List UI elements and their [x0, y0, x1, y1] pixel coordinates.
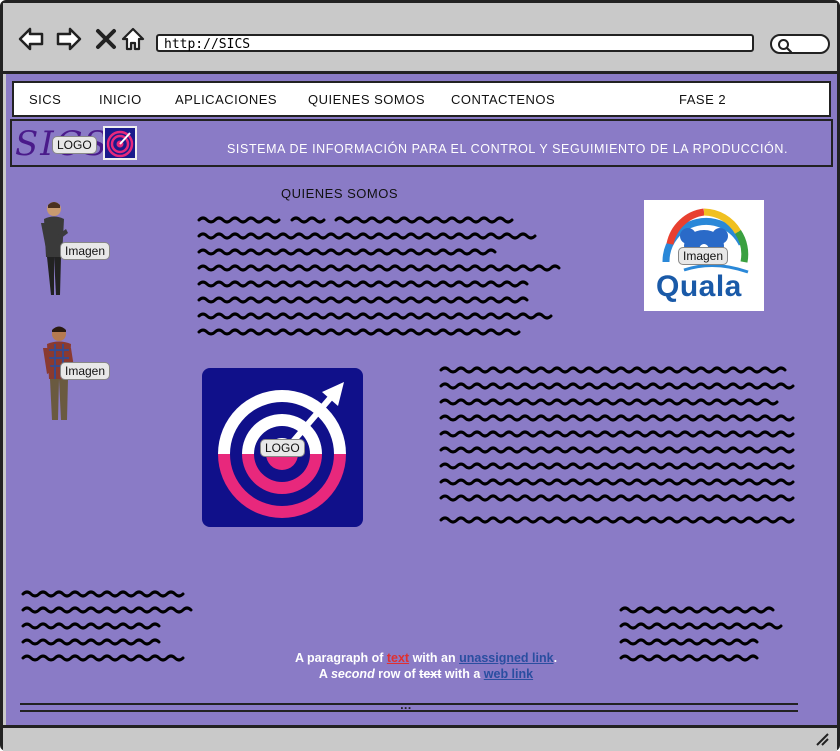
home-icon[interactable]	[119, 25, 147, 53]
paragraph-text: A paragraph of	[294, 651, 387, 665]
big-logo-label: LOGO	[260, 439, 305, 457]
logo-label: LOGO	[52, 136, 97, 154]
paragraph-text: with a	[441, 667, 484, 681]
browser-window: http://SICS SICS INICIO APLICACIONES QUI…	[0, 0, 840, 751]
link-paragraph: A paragraph of text with an unassigned l…	[206, 650, 646, 682]
menu-item-contactenos[interactable]: CONTACTENOS	[451, 92, 555, 107]
menu-item-fase-2[interactable]: FASE 2	[679, 92, 726, 107]
image-label-1: Imagen	[60, 242, 111, 260]
strikethrough-text: text	[419, 667, 442, 681]
image-label-3: Imagen	[678, 247, 729, 265]
placeholder-text-block-3	[21, 590, 193, 662]
web-page: SICS INICIO APLICACIONES QUIENES SOMOS C…	[6, 74, 837, 725]
paragraph-line-1: A paragraph of text with an unassigned l…	[206, 650, 646, 666]
big-target-logo: LOGO	[202, 368, 363, 527]
search-input[interactable]	[770, 34, 830, 54]
forward-arrow-icon[interactable]	[55, 25, 83, 53]
unassigned-link[interactable]: unassigned link	[459, 651, 553, 665]
resize-grip-icon[interactable]	[815, 732, 829, 746]
site-title: SISTEMA DE INFORMACIÓN PARA EL CONTROL Y…	[227, 142, 789, 156]
paragraph-text: with an	[409, 651, 460, 665]
menu-item-inicio[interactable]: INICIO	[99, 92, 142, 107]
paragraph-text: .	[553, 651, 558, 665]
text-link[interactable]: text	[387, 651, 409, 665]
paragraph-line-2: A second row of text with a web link	[206, 666, 646, 682]
menu-item-quienes-somos[interactable]: QUIENES SOMOS	[308, 92, 425, 107]
close-icon[interactable]	[92, 25, 120, 53]
paragraph-text: row of	[374, 667, 420, 681]
menu-item-sics[interactable]: SICS	[29, 92, 61, 107]
browser-toolbar: http://SICS	[3, 3, 837, 74]
url-input[interactable]: http://SICS	[156, 34, 754, 52]
browser-status-bar	[3, 725, 837, 751]
image-label-2: Imagen	[60, 362, 111, 380]
web-link[interactable]: web link	[484, 667, 533, 681]
menu-item-aplicaciones[interactable]: APLICACIONES	[175, 92, 277, 107]
header-band: SICS LOGO SISTEMA DE INFORMACIÓN PARA EL…	[10, 119, 833, 167]
main-menu: SICS INICIO APLICACIONES QUIENES SOMOS C…	[12, 81, 831, 117]
quala-logo-image: Quala Imagen	[644, 200, 764, 311]
footer-ellipsis: ...	[400, 701, 412, 712]
quala-wordmark: Quala	[656, 270, 742, 303]
placeholder-text-block-1	[197, 216, 561, 336]
small-target-logo	[103, 126, 137, 160]
back-arrow-icon[interactable]	[17, 25, 45, 53]
search-icon	[778, 39, 793, 54]
paragraph-text: A	[318, 667, 331, 681]
placeholder-text-block-2	[439, 366, 795, 524]
paragraph-italic-text: second	[330, 667, 375, 681]
section-title: QUIENES SOMOS	[281, 186, 399, 201]
